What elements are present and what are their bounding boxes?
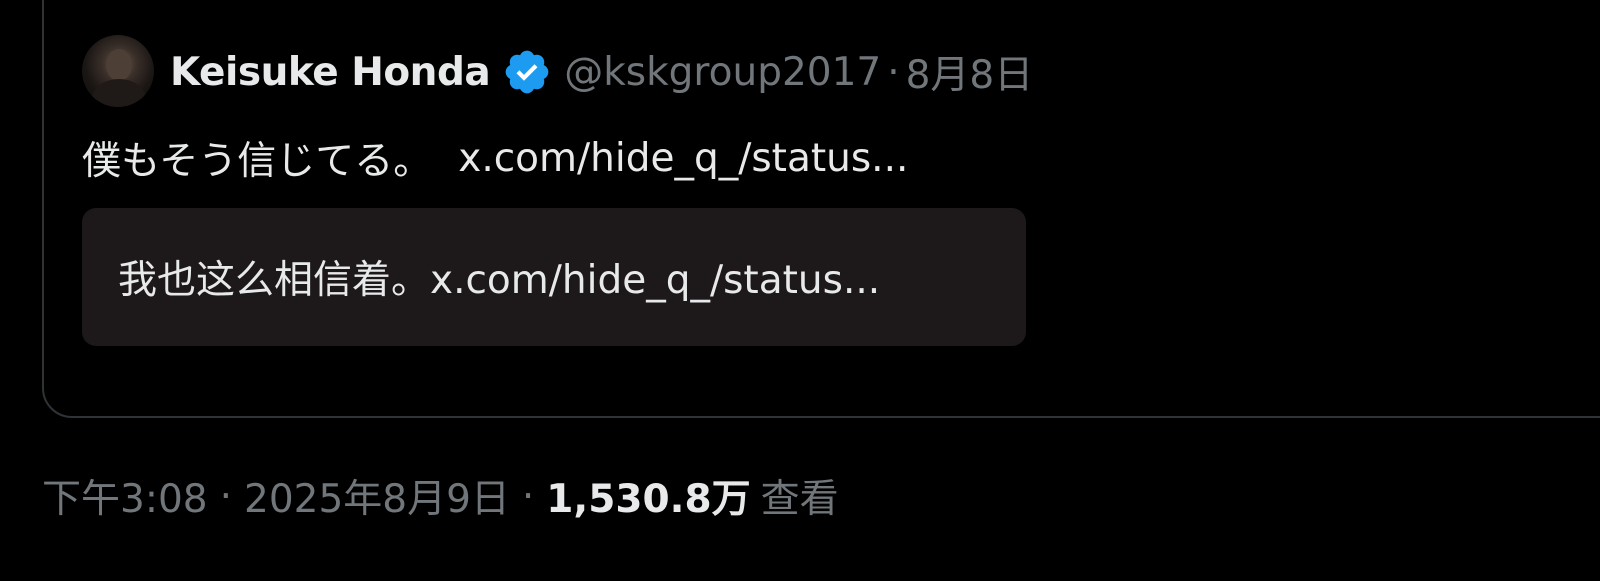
quoted-tweet-body: 僕もそう信じてる。 bbox=[82, 139, 433, 184]
verified-badge-icon[interactable] bbox=[502, 47, 552, 97]
translation-box: 我也这么相信着。x.com/hide_q_/status... bbox=[82, 208, 1026, 346]
author-avatar[interactable] bbox=[82, 35, 154, 107]
quoted-tweet-header: Keisuke Honda @kskgroup2017 · 8月8日 bbox=[170, 44, 1033, 100]
views-count[interactable]: 1,530.8万 bbox=[546, 468, 750, 524]
avatar-head bbox=[106, 49, 132, 81]
translation-text: 我也这么相信着。x.com/hide_q_/status... bbox=[118, 258, 881, 303]
views-label[interactable]: 查看 bbox=[761, 468, 839, 524]
header-separator: · bbox=[887, 49, 900, 95]
author-name[interactable]: Keisuke Honda bbox=[170, 50, 491, 95]
post-meta: 下午3:08 · 2025年8月9日 · 1,530.8万 查看 bbox=[42, 468, 839, 524]
post-date[interactable]: 2025年8月9日 bbox=[244, 468, 510, 524]
quoted-tweet-link[interactable]: x.com/hide_q_/status... bbox=[458, 136, 908, 181]
meta-separator-2: · bbox=[521, 473, 535, 519]
quoted-tweet-text: 僕もそう信じてる。 x.com/hide_q_/status... bbox=[82, 130, 908, 186]
meta-separator: · bbox=[219, 473, 232, 519]
author-handle[interactable]: @kskgroup2017 bbox=[564, 50, 881, 95]
avatar-shoulders bbox=[92, 79, 146, 107]
quoted-tweet-date[interactable]: 8月8日 bbox=[906, 44, 1034, 100]
post-time[interactable]: 下午3:08 bbox=[42, 468, 208, 524]
